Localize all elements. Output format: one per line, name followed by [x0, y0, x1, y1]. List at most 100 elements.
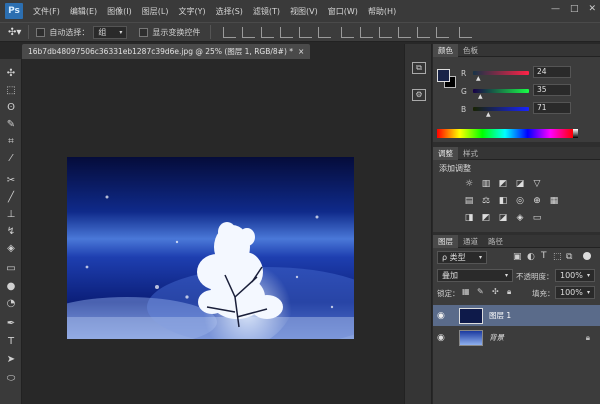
- invert-icon[interactable]: ◨: [463, 213, 475, 224]
- crop-tool-icon[interactable]: ⌗: [4, 135, 18, 149]
- tab-adjustments[interactable]: 调整: [433, 146, 458, 160]
- move-tool-icon[interactable]: ✣▾: [8, 27, 21, 38]
- menu-view[interactable]: 视图(V): [290, 6, 318, 17]
- lock-transparent-icon[interactable]: ▦: [462, 287, 470, 296]
- gradient-tool-icon[interactable]: ▭: [4, 262, 18, 276]
- lock-position-icon[interactable]: ✣: [492, 287, 499, 296]
- brightness-icon[interactable]: ☼: [463, 179, 475, 190]
- filter-toggle[interactable]: [583, 252, 591, 260]
- lock-paint-icon[interactable]: ✎: [477, 287, 484, 296]
- exposure-icon[interactable]: ◪: [514, 179, 526, 190]
- value-r[interactable]: 24: [533, 66, 571, 78]
- menu-edit[interactable]: 编辑(E): [70, 6, 97, 17]
- channel-mixer-icon[interactable]: ⊕: [531, 196, 543, 207]
- slider-r[interactable]: [473, 71, 529, 75]
- opacity-field[interactable]: 100% ▾: [555, 269, 595, 282]
- filter-adjust-icon[interactable]: ◐: [527, 252, 535, 262]
- tab-paths[interactable]: 路径: [483, 235, 508, 248]
- align-right-icon[interactable]: [318, 26, 332, 38]
- align-vcenter-icon[interactable]: [242, 26, 256, 38]
- posterize-icon[interactable]: ◩: [480, 213, 492, 224]
- slider-b-handle[interactable]: ▲: [486, 111, 491, 118]
- document-tab[interactable]: 16b7db48097506c36331eb1287c39d6e.jpg @ 2…: [22, 44, 311, 59]
- quick-select-tool-icon[interactable]: ✎: [4, 118, 18, 132]
- marquee-tool-icon[interactable]: ⬚: [4, 84, 18, 98]
- filter-type-icon[interactable]: T: [541, 251, 547, 261]
- value-g[interactable]: 35: [533, 84, 571, 96]
- close-button[interactable]: ✕: [588, 4, 596, 14]
- tab-layers[interactable]: 图层: [433, 234, 458, 248]
- vibrance-icon[interactable]: ▽: [531, 179, 543, 190]
- lock-all-icon[interactable]: 🔒︎: [507, 287, 511, 297]
- tab-swatches[interactable]: 色板: [458, 44, 483, 57]
- gradient-map-icon[interactable]: ▭: [531, 213, 543, 224]
- show-transform-checkbox[interactable]: [139, 27, 149, 37]
- stamp-tool-icon[interactable]: ⊥: [4, 208, 18, 222]
- filter-pixel-icon[interactable]: ▣: [513, 252, 522, 262]
- pen-tool-icon[interactable]: ✒: [4, 317, 18, 331]
- layer-name[interactable]: 背景: [489, 332, 504, 343]
- eye-icon[interactable]: ◉: [437, 333, 451, 343]
- spectrum-white-black[interactable]: [573, 129, 578, 138]
- photo-filter-icon[interactable]: ◎: [514, 196, 526, 207]
- fill-field[interactable]: 100% ▾: [555, 286, 595, 299]
- properties-icon[interactable]: ⚙: [412, 89, 426, 101]
- filter-smart-icon[interactable]: ⧉: [566, 252, 572, 262]
- type-tool-icon[interactable]: T: [4, 335, 18, 349]
- menu-select[interactable]: 选择(S): [216, 6, 243, 17]
- filter-shape-icon[interactable]: ⬚: [553, 252, 562, 262]
- align-bottom-icon[interactable]: [261, 26, 275, 38]
- align-top-icon[interactable]: [223, 26, 237, 38]
- distribute-bottom-icon[interactable]: [379, 26, 393, 38]
- foreground-color-swatch[interactable]: [437, 69, 450, 82]
- distribute-top-icon[interactable]: [341, 26, 355, 38]
- lasso-tool-icon[interactable]: ʘ: [4, 101, 18, 115]
- tab-channels[interactable]: 通道: [458, 235, 483, 248]
- path-select-tool-icon[interactable]: ➤: [4, 353, 18, 367]
- levels-icon[interactable]: ▥: [480, 179, 492, 190]
- menu-file[interactable]: 文件(F): [33, 6, 60, 17]
- align-left-icon[interactable]: [280, 26, 294, 38]
- menu-type[interactable]: 文字(Y): [178, 6, 205, 17]
- history-icon[interactable]: ⧉: [412, 62, 426, 74]
- layer-row-layer1[interactable]: ◉ 图层 1: [433, 305, 600, 326]
- color-lookup-icon[interactable]: ▦: [548, 196, 560, 207]
- color-balance-icon[interactable]: ⚖: [480, 196, 492, 207]
- distribute-right-icon[interactable]: [436, 26, 450, 38]
- maximize-button[interactable]: □: [570, 4, 579, 14]
- menu-filter[interactable]: 滤镜(T): [253, 6, 280, 17]
- blur-tool-icon[interactable]: ●: [4, 280, 18, 294]
- distribute-left-icon[interactable]: [398, 26, 412, 38]
- close-tab-icon[interactable]: ×: [298, 47, 304, 56]
- slider-b[interactable]: [473, 107, 529, 111]
- color-spectrum-bar[interactable]: [437, 129, 573, 138]
- auto-align-icon[interactable]: [459, 26, 473, 38]
- document-canvas[interactable]: [67, 157, 354, 339]
- slider-g-handle[interactable]: ▲: [478, 93, 483, 100]
- layer-row-background[interactable]: ◉ 背景 🔒︎: [433, 327, 600, 348]
- ellipse-tool-icon[interactable]: ⬭: [4, 372, 18, 386]
- threshold-icon[interactable]: ◪: [497, 213, 509, 224]
- auto-select-checkbox[interactable]: [36, 27, 46, 37]
- brush-tool-icon[interactable]: ╱: [4, 191, 18, 205]
- align-hcenter-icon[interactable]: [299, 26, 313, 38]
- tab-color[interactable]: 颜色: [433, 43, 458, 57]
- minimize-button[interactable]: —: [551, 4, 560, 14]
- dodge-tool-icon[interactable]: ◔: [4, 297, 18, 311]
- black-white-icon[interactable]: ◧: [497, 196, 509, 207]
- healing-tool-icon[interactable]: ✂: [4, 174, 18, 188]
- eyedropper-tool-icon[interactable]: ⁄: [4, 152, 18, 166]
- history-brush-tool-icon[interactable]: ↯: [4, 225, 18, 239]
- menu-layer[interactable]: 图层(L): [142, 6, 169, 17]
- menu-help[interactable]: 帮助(H): [368, 6, 396, 17]
- blend-mode-dropdown[interactable]: 叠加 ▾: [437, 269, 513, 282]
- hue-saturation-icon[interactable]: ▤: [463, 196, 475, 207]
- eye-icon[interactable]: ◉: [437, 311, 451, 321]
- move-tool-icon[interactable]: ✣: [4, 67, 18, 81]
- layer-name[interactable]: 图层 1: [489, 310, 511, 321]
- slider-r-handle[interactable]: ▲: [476, 75, 481, 82]
- menu-image[interactable]: 图像(I): [107, 6, 132, 17]
- distribute-vcenter-icon[interactable]: [360, 26, 374, 38]
- eraser-tool-icon[interactable]: ◈: [4, 242, 18, 256]
- distribute-hcenter-icon[interactable]: [417, 26, 431, 38]
